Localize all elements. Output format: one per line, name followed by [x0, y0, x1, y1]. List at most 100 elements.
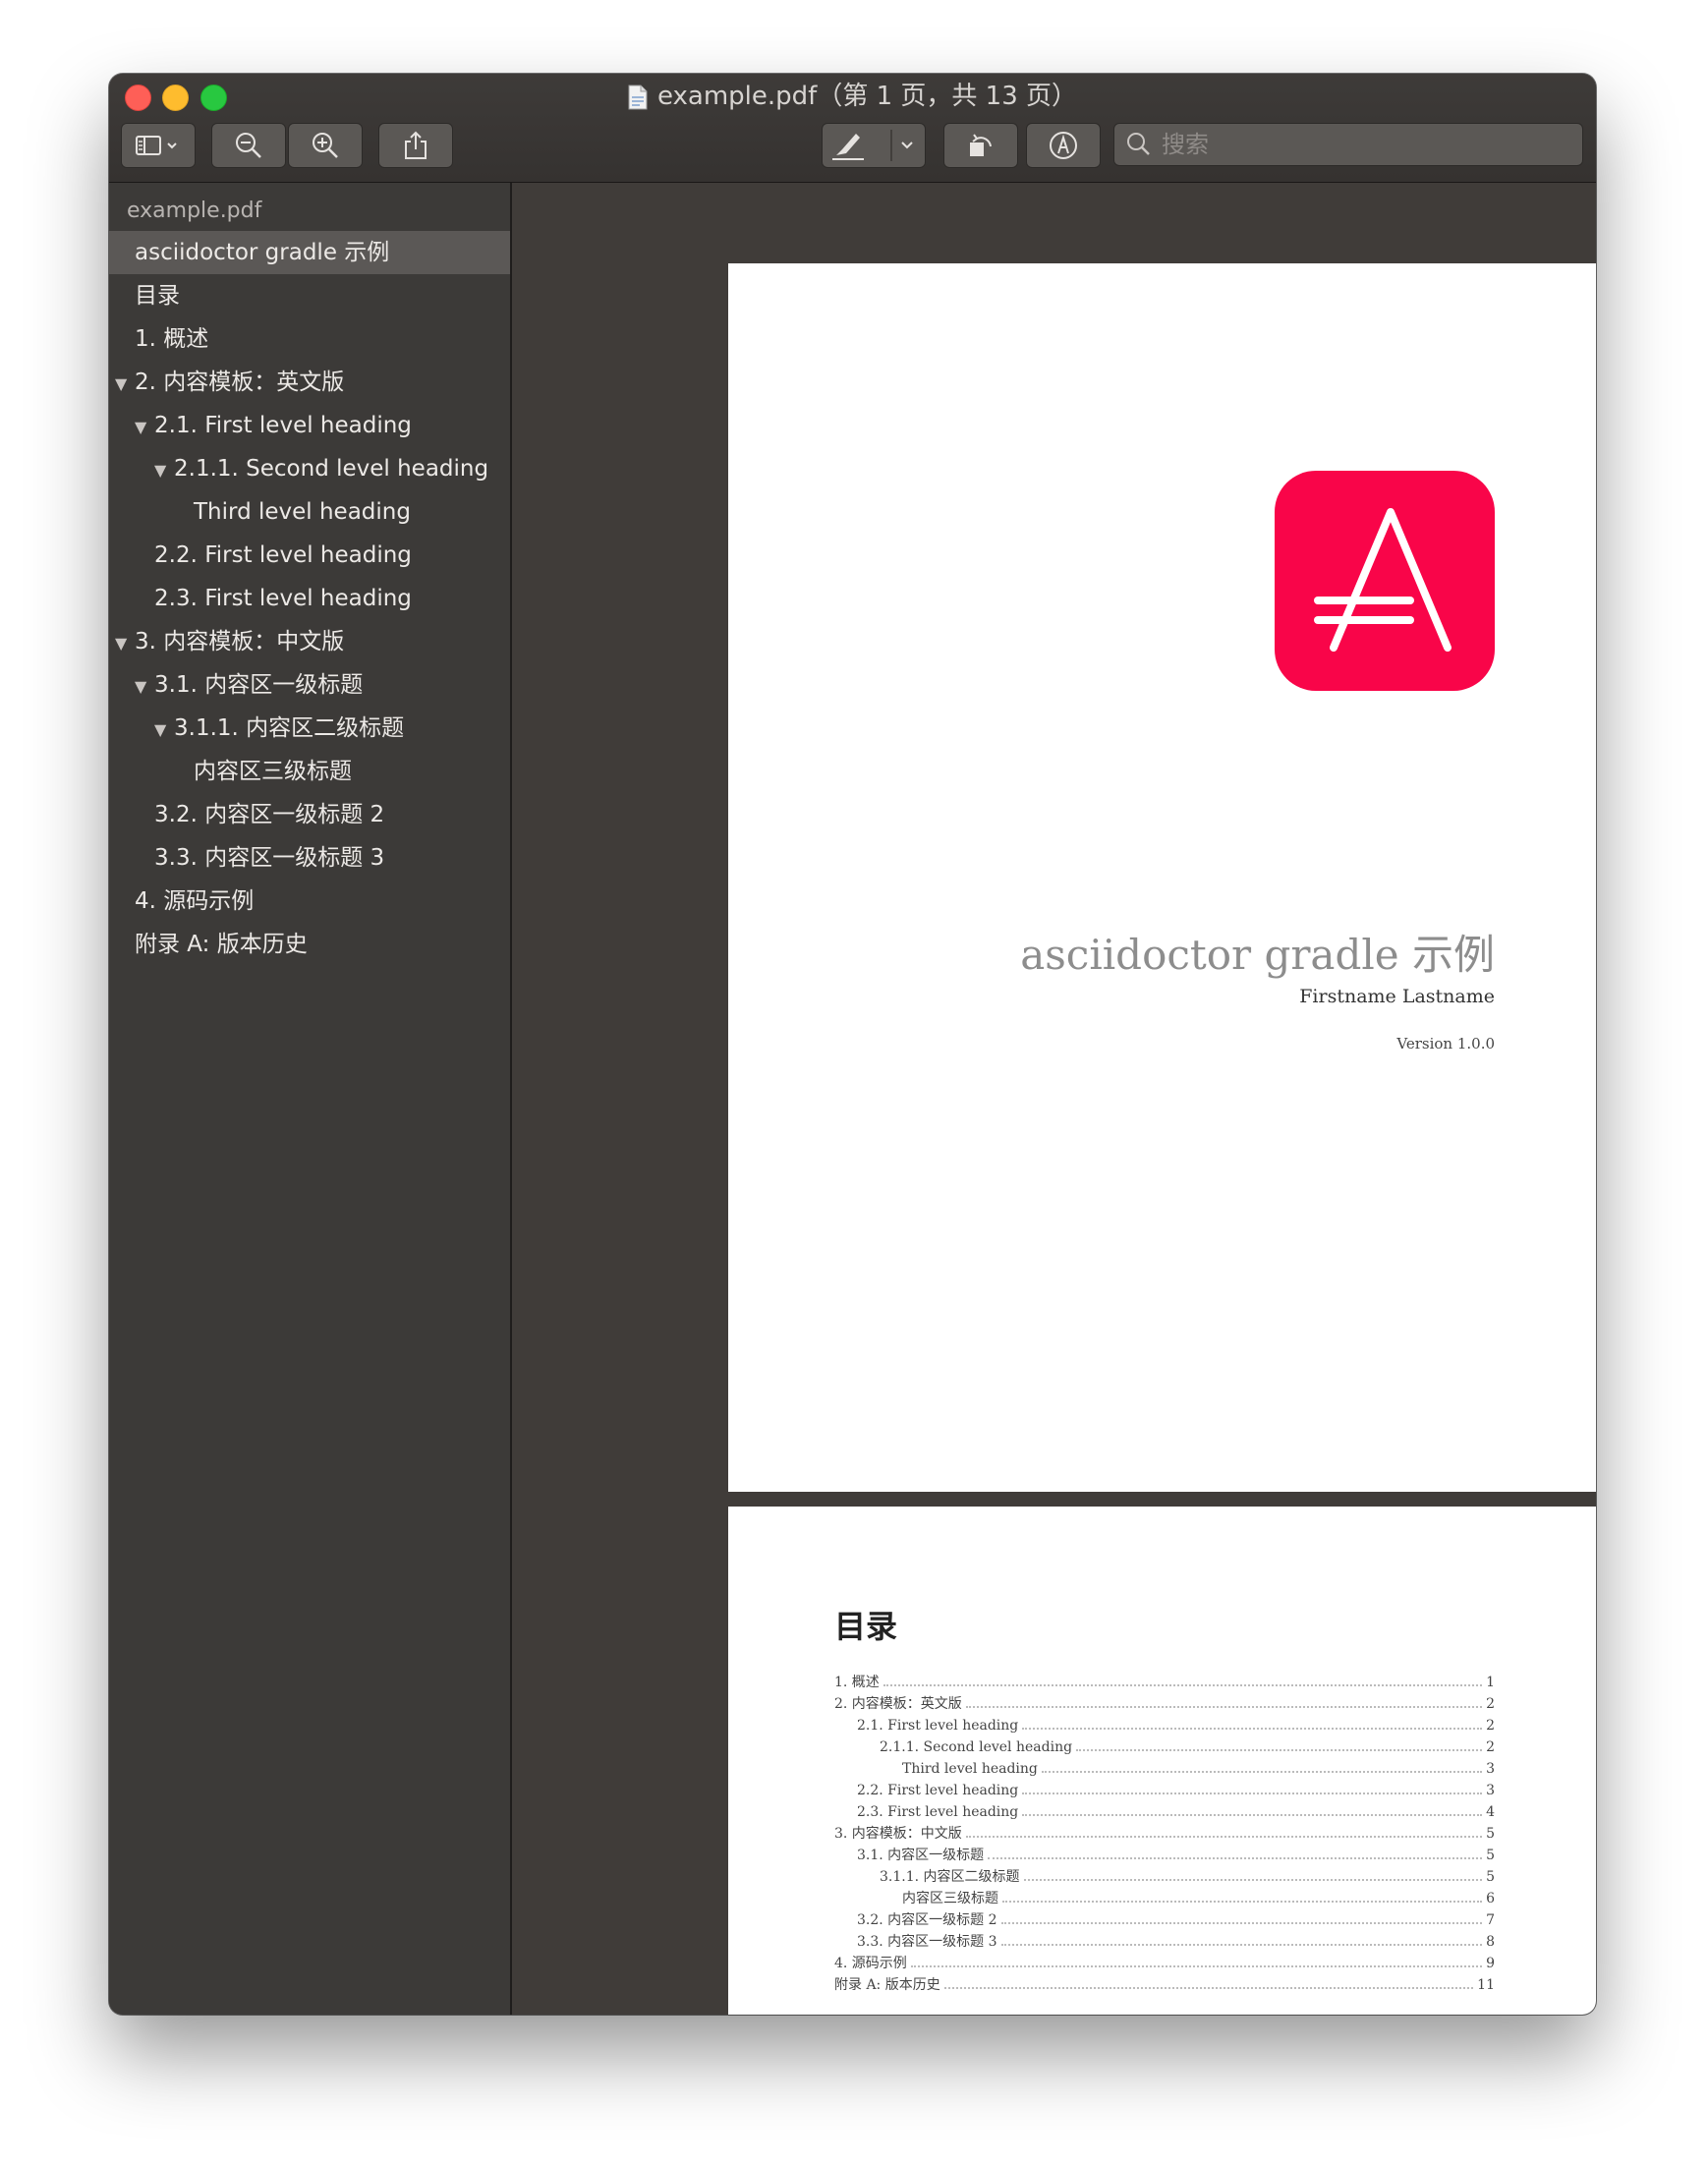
search-field[interactable]: [1113, 123, 1583, 166]
toc-entry-label: 2.1.1. Second level heading: [880, 1739, 1073, 1755]
outline-item[interactable]: ▼ 2. 内容模板：英文版: [109, 361, 510, 404]
disclosure-triangle-icon[interactable]: ▼: [154, 449, 170, 492]
toc-entry-page: 3: [1486, 1783, 1495, 1798]
toc-entry[interactable]: 3.1. 内容区一级标题 5: [834, 1845, 1495, 1866]
toc-entry-label: 3.2. 内容区一级标题 2: [857, 1912, 997, 1928]
toc-entry[interactable]: 内容区三级标题 6: [834, 1888, 1495, 1909]
outline-item[interactable]: 附录 A: 版本历史: [109, 923, 510, 966]
toc-entry-page: 4: [1486, 1804, 1495, 1820]
toc-entry[interactable]: 3.1.1. 内容区二级标题 5: [834, 1866, 1495, 1888]
window-title: example.pdf（第 1 页，共 13 页）: [656, 82, 1078, 111]
toc-entry[interactable]: 2.1.1. Second level heading 2: [834, 1736, 1495, 1758]
toc-entry[interactable]: 3.3. 内容区一级标题 3 8: [834, 1931, 1495, 1953]
toc-entry[interactable]: 1. 概述 1: [834, 1672, 1495, 1693]
toc-entry[interactable]: 2. 内容模板：英文版 2: [834, 1693, 1495, 1715]
toc-entry-label: 4. 源码示例: [834, 1956, 907, 1971]
zoom-out-button[interactable]: [211, 123, 286, 168]
disclosure-triangle-icon[interactable]: ▼: [115, 363, 131, 406]
toc-entry[interactable]: Third level heading 3: [834, 1758, 1495, 1780]
toc-leader-dots: [1076, 1737, 1483, 1751]
pdf-document-icon: [628, 85, 648, 109]
toc-list: 1. 概述 1 2. 内容模板：英文版 2 2.1. First level headi…: [834, 1672, 1495, 1996]
toc-entry-label: 附录 A: 版本历史: [834, 1977, 940, 1993]
toc-entry-label: 内容区三级标题: [902, 1891, 998, 1906]
outline-item-label: 附录 A: 版本历史: [135, 932, 308, 957]
outline-item[interactable]: 2.3. First level heading: [109, 577, 510, 620]
zoom-in-button[interactable]: [288, 123, 363, 168]
toc-entry[interactable]: 4. 源码示例 9: [834, 1953, 1495, 1974]
toc-leader-dots: [943, 1975, 1474, 1989]
rotate-button[interactable]: [943, 123, 1018, 168]
toc-entry[interactable]: 3.2. 内容区一级标题 2 7: [834, 1909, 1495, 1931]
toc-entry-page: 5: [1486, 1826, 1495, 1842]
zoom-out-icon: [236, 133, 261, 158]
toc-entry-label: 1. 概述: [834, 1675, 880, 1690]
outline-item[interactable]: 1. 概述: [109, 317, 510, 361]
document-version: Version 1.0.0: [1396, 1035, 1495, 1053]
outline-item[interactable]: 3.3. 内容区一级标题 3: [109, 836, 510, 880]
preview-window: example.pdf（第 1 页，共 13 页） 搜索 example.pdf…: [109, 74, 1596, 2015]
toc-leader-dots: [965, 1824, 1483, 1838]
toc-leader-dots: [1023, 1867, 1483, 1881]
outline-item-label: 内容区三级标题: [194, 759, 352, 784]
outline-item-label: 3. 内容模板：中文版: [135, 629, 345, 654]
toc-entry-page: 8: [1486, 1934, 1495, 1950]
outline-item[interactable]: Third level heading: [109, 490, 510, 534]
search-input[interactable]: [1160, 130, 1557, 159]
outline-item[interactable]: ▼ 2.1. First level heading: [109, 404, 510, 447]
disclosure-triangle-icon[interactable]: ▼: [115, 622, 131, 665]
outline-item[interactable]: ▼ 3. 内容模板：中文版: [109, 620, 510, 663]
toc-entry[interactable]: 2.3. First level heading 4: [834, 1801, 1495, 1823]
outline-item[interactable]: 3.2. 内容区一级标题 2: [109, 793, 510, 836]
outline-item[interactable]: ▼ 3.1.1. 内容区二级标题: [109, 707, 510, 750]
outline-item-label: asciidoctor gradle 示例: [135, 240, 390, 265]
zoom-in-icon: [313, 133, 338, 158]
outline-item-label: 3.1.1. 内容区二级标题: [174, 715, 405, 741]
toc-leader-dots: [965, 1694, 1483, 1708]
outline-item-label: 目录: [135, 283, 180, 309]
toc-entry-page: 5: [1486, 1869, 1495, 1885]
toc-entry-page: 11: [1477, 1977, 1495, 1993]
toc-entry[interactable]: 2.2. First level heading 3: [834, 1780, 1495, 1801]
toc-entry-label: 2.3. First level heading: [857, 1804, 1019, 1820]
outline-item[interactable]: ▼ 2.1.1. Second level heading: [109, 447, 510, 490]
outline-item[interactable]: asciidoctor gradle 示例: [109, 231, 510, 274]
toc-entry-label: 3.1.1. 内容区二级标题: [880, 1869, 1020, 1885]
outline-item[interactable]: 2.2. First level heading: [109, 534, 510, 577]
document-view[interactable]: asciidoctor gradle 示例 Firstname Lastname…: [512, 183, 1596, 2015]
outline-item-label: 2.3. First level heading: [154, 586, 412, 611]
toc-leader-dots: [1000, 1910, 1483, 1924]
toc-entry[interactable]: 3. 内容模板：中文版 5: [834, 1823, 1495, 1845]
sidebar-toggle-button[interactable]: [121, 123, 196, 168]
outline-item-label: 3.3. 内容区一级标题 3: [154, 845, 385, 871]
highlighter-icon: [832, 130, 913, 161]
outline-item-label: 3.2. 内容区一级标题 2: [154, 802, 385, 827]
disclosure-triangle-icon[interactable]: ▼: [154, 709, 170, 752]
rotate-icon: [970, 134, 992, 156]
disclosure-triangle-icon[interactable]: ▼: [135, 406, 150, 449]
toc-leader-dots: [1022, 1716, 1483, 1730]
share-button[interactable]: [378, 123, 453, 168]
asciidoctor-logo-icon: [1275, 471, 1495, 691]
outline-item-label: 2.2. First level heading: [154, 542, 412, 568]
toc-entry-label: 3. 内容模板：中文版: [834, 1826, 962, 1842]
outline-item[interactable]: 目录: [109, 274, 510, 317]
outline-item[interactable]: 内容区三级标题: [109, 750, 510, 793]
toc-entry[interactable]: 附录 A: 版本历史 11: [834, 1974, 1495, 1996]
toc-entry-label: 2.2. First level heading: [857, 1783, 1019, 1798]
outline-item[interactable]: 4. 源码示例: [109, 880, 510, 923]
markup-highlight-button[interactable]: [822, 123, 926, 168]
toc-leader-dots: [1022, 1802, 1483, 1816]
outline-item-label: 2.1.1. Second level heading: [174, 456, 489, 482]
toc-entry-page: 3: [1486, 1761, 1495, 1777]
toc-leader-dots: [988, 1846, 1483, 1859]
titlebar: example.pdf（第 1 页，共 13 页）: [109, 74, 1596, 183]
disclosure-triangle-icon[interactable]: ▼: [135, 665, 150, 709]
outline-item-label: 2. 内容模板：英文版: [135, 370, 345, 395]
search-icon: [1127, 133, 1150, 155]
toc-entry-page: 2: [1486, 1739, 1495, 1755]
markup-toolbar-button[interactable]: [1026, 123, 1101, 168]
toc-entry[interactable]: 2.1. First level heading 2: [834, 1715, 1495, 1736]
outline-item[interactable]: ▼ 3.1. 内容区一级标题: [109, 663, 510, 707]
outline-sidebar: example.pdf asciidoctor gradle 示例 目录 1. 概述…: [109, 183, 512, 2015]
